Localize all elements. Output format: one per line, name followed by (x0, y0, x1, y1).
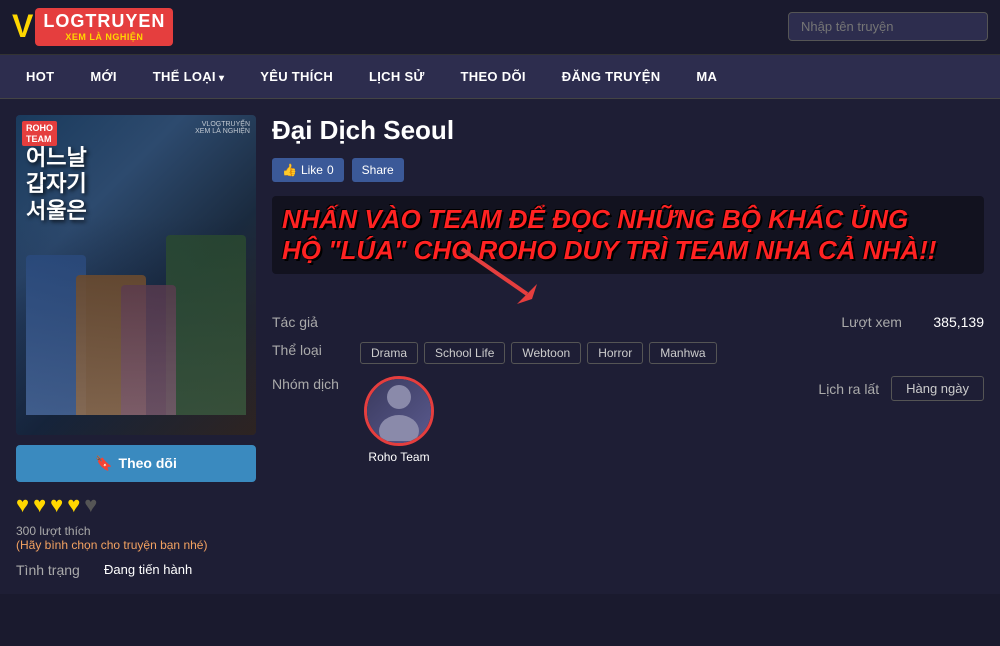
the-loai-label: Thể loại (272, 342, 352, 358)
thumbs-up-icon: 👍 (282, 163, 297, 177)
right-panel: Đại Dịch Seoul 👍 Like 0 Share NHẤN VÀO T… (272, 115, 984, 578)
nhom-dich-label: Nhóm dịch (272, 376, 352, 392)
tac-gia-label: Tác giả (272, 314, 352, 330)
like-count: 0 (327, 163, 334, 177)
status-row: Tình trạng Đang tiến hành (16, 562, 256, 578)
manga-title: Đại Dịch Seoul (272, 115, 984, 146)
logo-top: LOGTRUYEN (43, 12, 165, 32)
follow-label: Theo dõi (119, 455, 177, 471)
nav-item-hot[interactable]: HOT (8, 55, 72, 98)
genre-horror[interactable]: Horror (587, 342, 643, 364)
logo-bottom: XEM LÀ NGHIỆN (65, 32, 143, 42)
heart-5[interactable]: ♥ (84, 492, 97, 518)
nav-item-the-loai[interactable]: THỂ LOẠI (135, 55, 242, 98)
promo-banner: NHẤN VÀO TEAM ĐỂ ĐỌC NHỮNG BỘ KHÁC ỦNG H… (272, 196, 984, 274)
genre-school-life[interactable]: School Life (424, 342, 505, 364)
nav-item-lich-su[interactable]: LỊCH SỬ (351, 55, 443, 98)
nav-item-theo-doi[interactable]: THEO DÕI (443, 55, 544, 98)
logo-box: LOGTRUYEN XEM LÀ NGHIỆN (35, 8, 173, 46)
lich-ra-mat-container: Lịch ra lất Hàng ngày (818, 376, 984, 401)
tac-gia-luot-xem-row: Tác giả Lượt xem 385,139 (272, 314, 984, 330)
heart-3[interactable]: ♥ (50, 492, 63, 518)
nav-item-moi[interactable]: MỚI (72, 55, 134, 98)
rating-stars: ♥ ♥ ♥ ♥ ♥ (16, 492, 256, 518)
avatar-image (367, 379, 431, 443)
rating-count: 300 lượt thích (16, 524, 91, 538)
genre-drama[interactable]: Drama (360, 342, 418, 364)
nhom-dich-lich-row: Nhóm dịch Roho Team (272, 376, 984, 464)
like-button[interactable]: 👍 Like 0 (272, 158, 344, 182)
cover-title-korean: 어느날갑자기서울은 (26, 145, 87, 224)
group-avatar (364, 376, 434, 446)
promo-arrow-icon (452, 239, 552, 309)
genre-tags: Drama School Life Webtoon Horror Manhwa (360, 342, 717, 364)
logo[interactable]: V LOGTRUYEN XEM LÀ NGHIỆN (12, 8, 173, 46)
group-name: Roho Team (368, 450, 429, 464)
tinh-trang-value: Đang tiến hành (104, 562, 192, 578)
cover-watermark: VLOGTRUYẾNXEM LÀ NGHIỆN (195, 121, 250, 135)
bookmark-icon: 🔖 (95, 455, 112, 472)
cover-label: ROHO TEAM (22, 121, 57, 147)
nav-item-yeu-thich[interactable]: YÊU THÍCH (242, 55, 351, 98)
heart-1[interactable]: ♥ (16, 492, 29, 518)
header: V LOGTRUYEN XEM LÀ NGHIỆN (0, 0, 1000, 55)
the-loai-row: Thể loại Drama School Life Webtoon Horro… (272, 342, 984, 364)
search-box[interactable] (788, 12, 988, 41)
tinh-trang-label: Tình trạng (16, 562, 96, 578)
info-section: Tác giả Lượt xem 385,139 Thể loại Drama … (272, 314, 984, 464)
rating-info: 300 lượt thích (Hãy bình chọn cho truyện… (16, 524, 256, 552)
luot-xem-label: Lượt xem (841, 314, 921, 330)
lich-ra-mat-value: Hàng ngày (891, 376, 984, 401)
promo-text-1: NHẤN VÀO TEAM ĐỂ ĐỌC NHỮNG BỘ KHÁC ỦNG (282, 204, 974, 235)
left-panel: ROHO TEAM VLOGTRUYẾNXEM LÀ NGHIỆN 어느날갑자기… (16, 115, 256, 578)
navigation: HOT MỚI THỂ LOẠI YÊU THÍCH LỊCH SỬ THEO … (0, 55, 1000, 99)
heart-2[interactable]: ♥ (33, 492, 46, 518)
rating-vote-link[interactable]: (Hãy bình chọn cho truyện bạn nhé) (16, 538, 207, 552)
promo-text-2: HỘ "LÚA" CHO ROHO DUY TRÌ TEAM NHA CẢ NH… (282, 235, 974, 266)
search-input[interactable] (788, 12, 988, 41)
cover-image: ROHO TEAM VLOGTRUYẾNXEM LÀ NGHIỆN 어느날갑자기… (16, 115, 256, 435)
like-label: Like (301, 163, 323, 177)
nav-item-dang-truyen[interactable]: ĐĂNG TRUYỆN (544, 55, 679, 98)
follow-button[interactable]: 🔖 Theo dõi (16, 445, 256, 482)
luot-xem-value: 385,139 (933, 314, 984, 330)
manga-cover: ROHO TEAM VLOGTRUYẾNXEM LÀ NGHIỆN 어느날갑자기… (16, 115, 256, 435)
main-content: ROHO TEAM VLOGTRUYẾNXEM LÀ NGHIỆN 어느날갑자기… (0, 99, 1000, 594)
genre-webtoon[interactable]: Webtoon (511, 342, 581, 364)
group-container[interactable]: Roho Team (364, 376, 434, 464)
nav-item-ma[interactable]: MA (678, 55, 735, 98)
lich-ra-mat-label: Lịch ra lất (818, 381, 879, 397)
heart-4[interactable]: ♥ (67, 492, 80, 518)
share-button[interactable]: Share (352, 158, 404, 182)
avatar-svg (374, 381, 424, 441)
social-row: 👍 Like 0 Share (272, 158, 984, 182)
logo-v: V (12, 8, 33, 45)
genre-manhwa[interactable]: Manhwa (649, 342, 716, 364)
